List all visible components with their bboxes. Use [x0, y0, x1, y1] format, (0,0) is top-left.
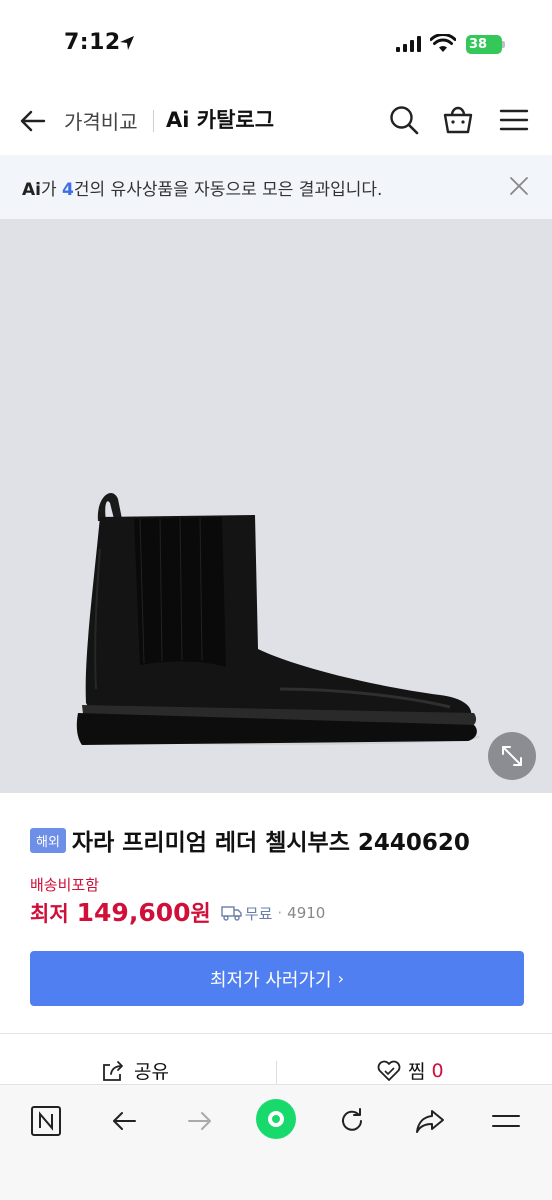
banner-ai-mark: Ai — [22, 180, 41, 200]
banner-count: 4 — [62, 180, 74, 200]
banner-post: 건의 유사상품을 자동으로 모은 결과입니다. — [73, 180, 383, 200]
zoom-button[interactable] — [488, 732, 536, 780]
delivery-dot: · — [277, 904, 283, 922]
top-nav: 가격비교 Ai 카탈로그 — [0, 88, 552, 154]
action-separator — [276, 1061, 277, 1085]
chevron-right-icon: › — [337, 969, 345, 988]
price-unit: 원 — [190, 902, 211, 927]
battery-level: 38 — [469, 37, 488, 52]
ai-notice-banner: Ai가 4건의 유사상품을 자동으로 모은 결과입니다. — [0, 155, 552, 219]
cellular-signal-icon — [396, 36, 421, 52]
reload-icon — [342, 1108, 362, 1131]
hamburger-menu-icon[interactable] — [498, 104, 530, 136]
product-image[interactable] — [0, 219, 552, 793]
battery-indicator: 38 — [466, 35, 502, 54]
shipping-included-label: 배송비포함 — [30, 876, 100, 894]
like-count: 0 — [431, 1059, 444, 1082]
banner-text: Ai가 4건의 유사상품을 자동으로 모은 결과입니다. — [22, 175, 382, 200]
arrow-left-icon — [113, 1112, 136, 1130]
ai-catalog-title[interactable]: Ai 카탈로그 — [166, 104, 274, 134]
green-dot-icon — [268, 1111, 284, 1127]
shopping-bag-icon[interactable] — [442, 104, 474, 136]
close-icon[interactable] — [507, 174, 531, 198]
heart-icon — [377, 1060, 401, 1081]
location-arrow-icon — [120, 36, 134, 50]
nav-divider — [153, 110, 154, 132]
section-divider — [0, 1033, 552, 1034]
product-title-row: 해외 자라 프리미엄 레더 첼시부츠 2440620 — [30, 822, 530, 858]
arrow-right-icon — [188, 1112, 211, 1130]
share-button[interactable]: 공유 — [100, 1057, 169, 1084]
browser-toolbar — [0, 1084, 552, 1200]
status-bar: 7:12 38 — [0, 0, 552, 88]
like-label: 찜 — [408, 1061, 426, 1083]
action-row: 공유 찜 0 — [0, 1045, 552, 1085]
wifi-icon — [430, 34, 456, 52]
like-button[interactable]: 찜 0 — [376, 1057, 444, 1084]
browser-back-button[interactable] — [106, 1103, 142, 1139]
browser-share-button[interactable] — [412, 1103, 448, 1139]
buy-button-label: 최저가 사러가기 — [209, 969, 332, 991]
browser-forward-button[interactable] — [182, 1103, 218, 1139]
battery-tip — [502, 41, 505, 48]
overseas-badge: 해외 — [30, 827, 66, 853]
price-label: 최저 — [30, 902, 69, 926]
naver-home-button[interactable] — [28, 1103, 64, 1139]
browser-menu-button[interactable] — [488, 1103, 524, 1139]
price-value: 149,600 — [76, 898, 191, 927]
delivery-code: 4910 — [287, 904, 326, 922]
arrow-left-icon[interactable] — [18, 106, 48, 136]
delivery-free: 무료 — [244, 904, 273, 923]
expand-icon — [502, 746, 522, 766]
price-row: 최저 149,600 원 무료 · 4910 — [30, 896, 325, 932]
delivery-info: 무료 · 4910 — [221, 903, 326, 924]
share-icon — [103, 1060, 123, 1081]
truck-icon — [221, 906, 242, 921]
chelsea-boot-image — [76, 493, 480, 745]
price-compare-link[interactable]: 가격비교 — [64, 106, 138, 135]
green-dot-button[interactable] — [256, 1099, 296, 1139]
banner-pre: 가 — [40, 180, 63, 200]
status-time: 7:12 — [64, 30, 121, 55]
share-label: 공유 — [134, 1061, 169, 1083]
reload-button[interactable] — [334, 1103, 370, 1139]
search-icon[interactable] — [388, 104, 420, 136]
share-arrow-icon — [416, 1110, 444, 1133]
hamburger-menu-icon — [492, 1115, 520, 1127]
naver-n-icon — [31, 1106, 61, 1136]
buy-lowest-price-button[interactable]: 최저가 사러가기 › — [30, 951, 524, 1006]
product-title: 자라 프리미엄 레더 첼시부츠 2440620 — [71, 830, 470, 856]
